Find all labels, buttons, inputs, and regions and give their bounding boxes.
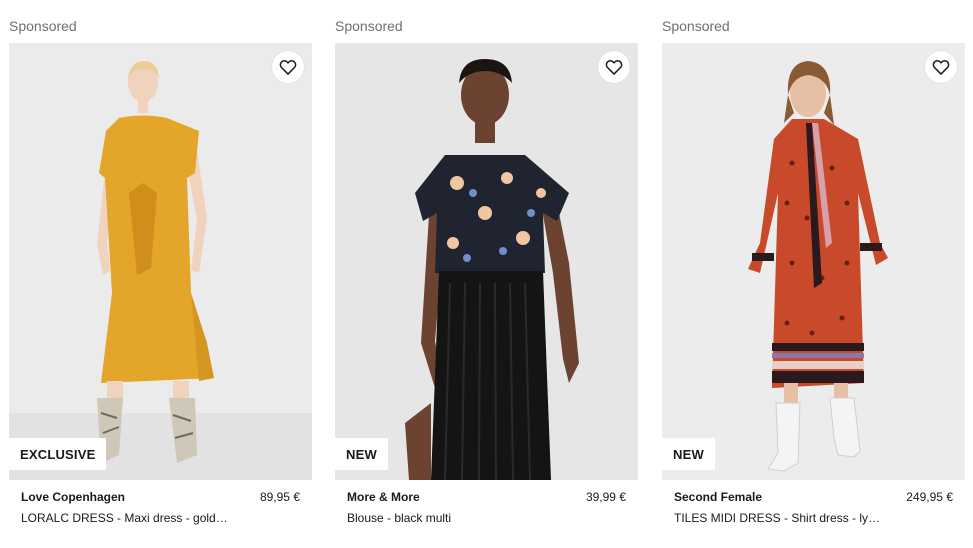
product-info[interactable]: Love Copenhagen 89,95 € LORALC DRESS - M…	[21, 490, 300, 526]
product-image[interactable]: EXCLUSIVE	[9, 43, 312, 480]
product-image[interactable]: NEW	[335, 43, 638, 480]
wishlist-button[interactable]	[925, 51, 957, 83]
product-brand: Love Copenhagen	[21, 490, 126, 504]
sponsored-label: Sponsored	[9, 18, 77, 34]
sponsored-label: Sponsored	[662, 18, 730, 34]
product-price: 39,99 €	[585, 490, 626, 504]
product-brand: Second Female	[674, 490, 763, 504]
product-badge: NEW	[662, 438, 715, 470]
product-card[interactable]: Sponsored	[335, 0, 638, 548]
product-price: 249,95 €	[906, 490, 953, 504]
product-badge: NEW	[335, 438, 388, 470]
product-info[interactable]: More & More 39,99 € Blouse - black multi	[347, 490, 626, 526]
product-card[interactable]: Sponsored	[662, 0, 965, 548]
product-name: TILES MIDI DRESS - Shirt dress - ly…	[674, 511, 881, 525]
product-photo-orange-shirt-dress	[662, 43, 965, 480]
product-badge: EXCLUSIVE	[9, 438, 107, 470]
product-photo-floral-blouse	[335, 43, 638, 480]
product-grid: Sponsored EXCLUSIVE Love Copenhagen 89,9…	[0, 0, 973, 548]
heart-outline-icon	[605, 60, 623, 75]
heart-outline-icon	[279, 60, 297, 75]
product-price: 89,95 €	[259, 490, 300, 504]
product-image[interactable]: NEW	[662, 43, 965, 480]
product-name: Blouse - black multi	[347, 511, 452, 525]
wishlist-button[interactable]	[598, 51, 630, 83]
product-name: LORALC DRESS - Maxi dress - gold…	[21, 511, 228, 525]
product-photo-gold-dress	[9, 43, 312, 480]
product-brand: More & More	[347, 490, 420, 504]
sponsored-label: Sponsored	[335, 18, 403, 34]
heart-outline-icon	[932, 60, 950, 75]
product-card[interactable]: Sponsored	[9, 0, 312, 548]
wishlist-button[interactable]	[272, 51, 304, 83]
product-info[interactable]: Second Female 249,95 € TILES MIDI DRESS …	[674, 490, 953, 526]
